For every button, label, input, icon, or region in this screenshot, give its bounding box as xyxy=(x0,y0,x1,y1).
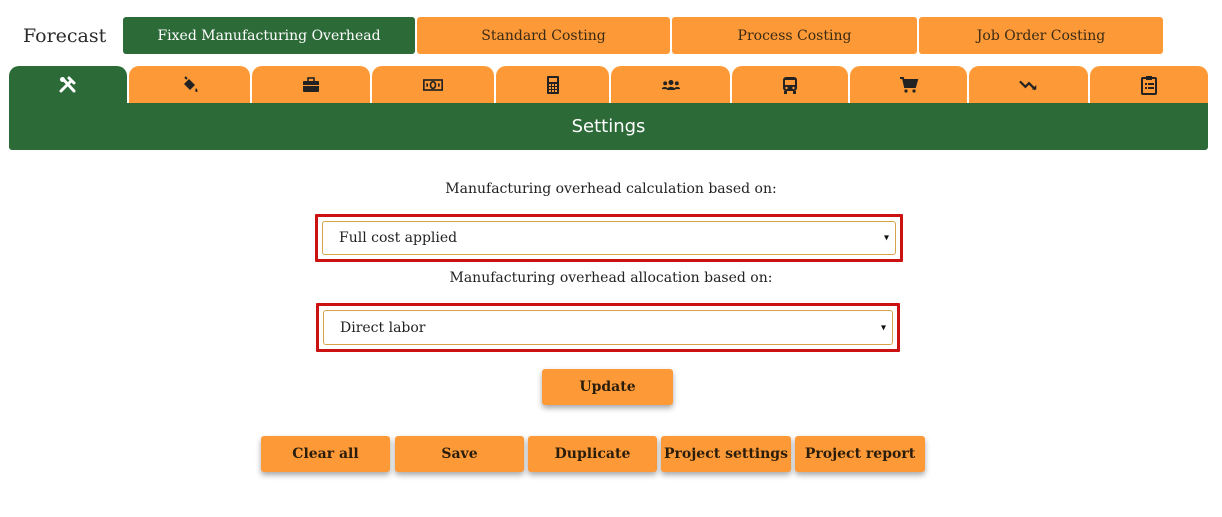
section-title-bar: Settings xyxy=(9,103,1208,150)
icon-tab-cart[interactable] xyxy=(850,66,967,103)
clear-all-button[interactable]: Clear all xyxy=(261,436,390,472)
icon-tab-trend[interactable] xyxy=(969,66,1088,103)
tab-fixed-manufacturing-overhead[interactable]: Fixed Manufacturing Overhead xyxy=(123,17,415,54)
bus-icon xyxy=(783,76,797,94)
save-button[interactable]: Save xyxy=(395,436,524,472)
update-button[interactable]: Update xyxy=(542,369,673,405)
icon-tab-money[interactable] xyxy=(372,66,494,103)
tab-job-order-costing[interactable]: Job Order Costing xyxy=(919,17,1163,54)
project-settings-button[interactable]: Project settings xyxy=(661,436,791,472)
users-icon xyxy=(661,79,680,90)
icon-tab-clipboard[interactable] xyxy=(1090,66,1208,103)
project-report-button[interactable]: Project report xyxy=(795,436,925,472)
trend-down-icon xyxy=(1018,80,1036,90)
clipboard-icon xyxy=(1141,75,1157,95)
icon-tab-calculator[interactable] xyxy=(496,66,609,103)
money-icon xyxy=(423,78,443,91)
alloc-select[interactable]: Direct labor ▾ xyxy=(323,310,893,345)
tab-standard-costing[interactable]: Standard Costing xyxy=(417,17,670,54)
alloc-select-value: Direct labor xyxy=(340,319,426,336)
paint-bucket-icon xyxy=(183,75,198,92)
chevron-down-icon: ▾ xyxy=(883,232,889,244)
briefcase-icon xyxy=(303,76,319,92)
alloc-highlight: Direct labor ▾ xyxy=(316,303,900,352)
tab-process-costing[interactable]: Process Costing xyxy=(672,17,917,54)
calc-highlight: Full cost applied ▾ xyxy=(315,214,903,262)
cart-icon xyxy=(899,76,918,93)
calculator-icon xyxy=(546,75,559,94)
icon-tab-bus[interactable] xyxy=(732,66,848,103)
alloc-label: Manufacturing overhead allocation based … xyxy=(449,270,773,286)
tools-icon xyxy=(59,76,76,93)
duplicate-button[interactable]: Duplicate xyxy=(528,436,657,472)
calc-select-value: Full cost applied xyxy=(339,230,458,246)
icon-tab-briefcase[interactable] xyxy=(252,66,370,103)
chevron-down-icon: ▾ xyxy=(880,322,886,333)
calc-label: Manufacturing overhead calculation based… xyxy=(445,181,777,197)
icon-tab-paint[interactable] xyxy=(129,66,250,103)
calc-select[interactable]: Full cost applied ▾ xyxy=(322,221,896,255)
section-title: Settings xyxy=(571,116,646,137)
icon-tab-tools[interactable] xyxy=(9,66,127,104)
icon-tab-users[interactable] xyxy=(611,66,730,103)
app-brand: Forecast xyxy=(23,25,107,47)
